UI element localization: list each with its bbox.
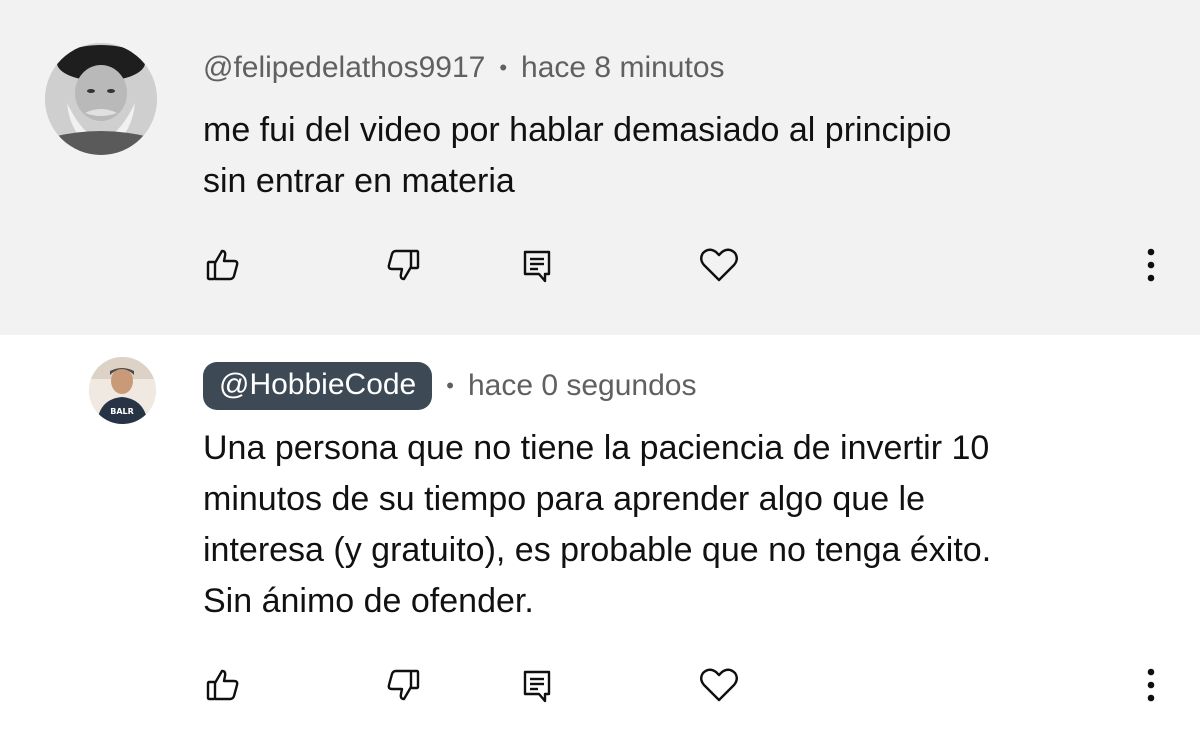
timestamp[interactable]: hace 8 minutos — [521, 51, 724, 85]
like-button[interactable] — [198, 662, 248, 712]
author-handle-owner-badge[interactable]: @HobbieCode — [203, 362, 433, 410]
comment-item: BALR @HobbieCode • hace 0 segundos Una p… — [0, 335, 1200, 740]
author-handle[interactable]: @felipedelathos9917 — [203, 51, 485, 85]
reply-comment-icon — [519, 247, 555, 288]
shirt-text: BALR — [110, 407, 134, 416]
thumbs-up-icon — [205, 667, 241, 708]
reply-comment-icon — [519, 667, 555, 708]
more-vertical-icon — [1146, 667, 1156, 708]
more-options-button[interactable] — [1126, 662, 1176, 712]
comment-text: me fui del video por hablar demasiado al… — [203, 111, 952, 200]
comment-meta: @felipedelathos9917 • hace 8 minutos — [203, 50, 725, 86]
heart-icon — [699, 247, 739, 288]
reply-button[interactable] — [512, 662, 562, 712]
dislike-button[interactable] — [378, 242, 428, 292]
thumbs-down-icon — [385, 667, 421, 708]
comment-item: @felipedelathos9917 • hace 8 minutos me … — [0, 0, 1200, 335]
like-button[interactable] — [198, 242, 248, 292]
heart-button[interactable] — [694, 662, 744, 712]
separator-dot: • — [446, 373, 454, 398]
separator-dot: • — [499, 55, 508, 80]
more-options-button[interactable] — [1126, 242, 1176, 292]
avatar[interactable] — [45, 43, 157, 155]
heart-button[interactable] — [694, 242, 744, 292]
more-vertical-icon — [1146, 247, 1156, 288]
avatar[interactable]: BALR — [89, 357, 156, 424]
comment-meta: @HobbieCode • hace 0 segundos — [203, 361, 696, 411]
thumbs-up-icon — [205, 247, 241, 288]
dislike-button[interactable] — [378, 662, 428, 712]
heart-icon — [699, 667, 739, 708]
reply-button[interactable] — [512, 242, 562, 292]
timestamp[interactable]: hace 0 segundos — [468, 369, 697, 403]
thumbs-down-icon — [385, 247, 421, 288]
comment-text: Una persona que no tiene la paciencia de… — [203, 429, 992, 620]
